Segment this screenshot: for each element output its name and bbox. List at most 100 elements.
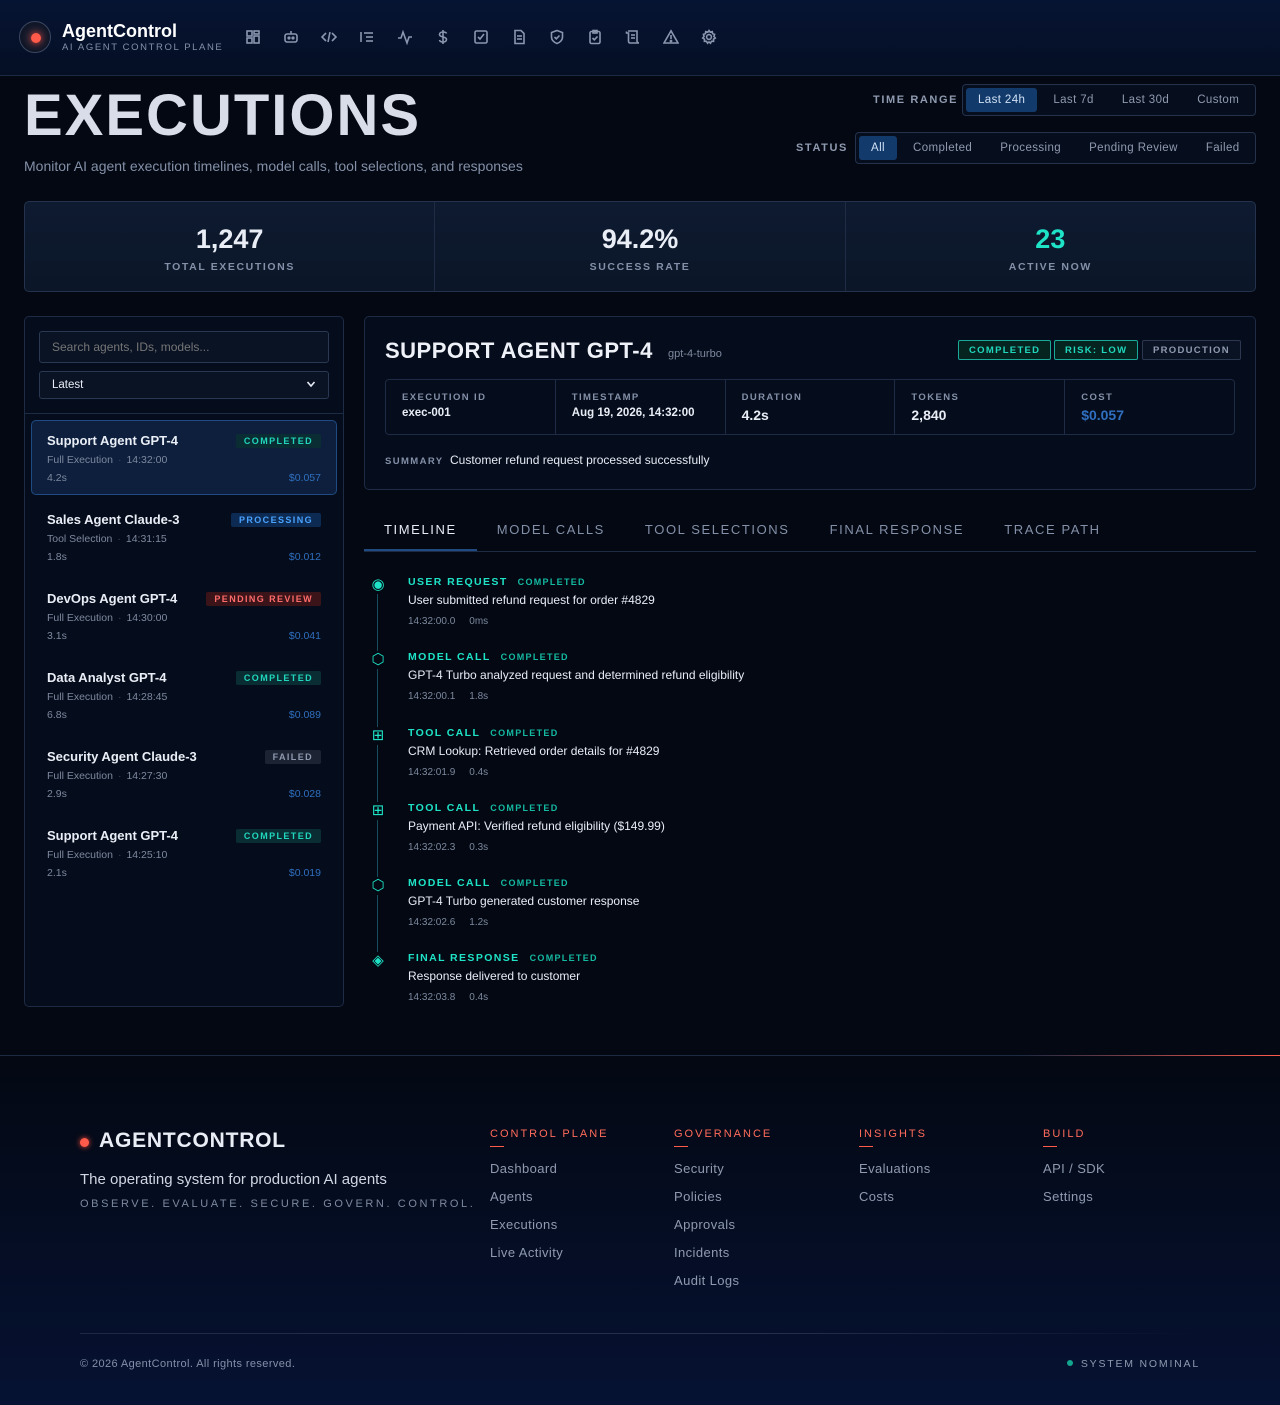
agent-icon[interactable] — [281, 26, 301, 48]
status-badge: COMPLETED — [235, 671, 321, 685]
stat-total-executions: 1,247 TOTAL EXECUTIONS — [25, 202, 436, 291]
gear-icon[interactable] — [699, 26, 719, 48]
meta-label: EXECUTION ID — [402, 392, 487, 403]
execution-type: Full Execution — [47, 849, 113, 861]
footer-link-policies[interactable]: Policies — [674, 1189, 772, 1217]
dollar-icon[interactable] — [433, 26, 453, 48]
execution-list-item[interactable]: Support Agent GPT-4 COMPLETED Full Execu… — [31, 815, 337, 890]
time-range-option-30d[interactable]: Last 30d — [1110, 88, 1181, 112]
tab-final-response[interactable]: FINAL RESPONSE — [810, 508, 985, 551]
stat-value: 1,247 — [195, 224, 264, 254]
footer-link-audit-logs[interactable]: Audit Logs — [674, 1273, 772, 1301]
step-timing: 14:32:00.1 1.8s — [408, 691, 502, 702]
execution-list-item[interactable]: Security Agent Claude-3 FAILED Full Exec… — [31, 736, 337, 811]
stat-value: 23 — [1035, 224, 1066, 254]
step-status: COMPLETED — [529, 953, 598, 963]
footer-link-incidents[interactable]: Incidents — [674, 1245, 772, 1273]
nav-icon-bar — [243, 26, 719, 48]
scroll-icon[interactable] — [623, 26, 643, 48]
footer-link-live-activity[interactable]: Live Activity — [490, 1245, 609, 1273]
step-type-label: TOOL CALL — [408, 802, 481, 814]
tab-tool-selections[interactable]: TOOL SELECTIONS — [625, 508, 810, 551]
list-divider — [25, 413, 343, 414]
status-option-all[interactable]: All — [859, 136, 897, 160]
execution-time: 14:27:30 — [126, 770, 168, 782]
sort-select[interactable]: Latest — [39, 371, 329, 399]
warning-icon[interactable] — [661, 26, 681, 48]
grid-icon: ⊞ — [369, 802, 387, 820]
checkbox-icon[interactable] — [471, 26, 491, 48]
step-status: COMPLETED — [517, 577, 586, 587]
step-duration: 0ms — [469, 616, 489, 627]
step-description: User submitted refund request for order … — [408, 593, 655, 607]
step-timing: 14:32:00.0 0ms — [408, 616, 502, 627]
step-timestamp: 14:32:02.3 — [408, 842, 456, 853]
status-option-failed[interactable]: Failed — [1194, 136, 1252, 160]
step-description: Response delivered to customer — [408, 969, 581, 983]
clipboard-icon[interactable] — [585, 26, 605, 48]
execution-list-item[interactable]: Data Analyst GPT-4 COMPLETED Full Execut… — [31, 657, 337, 732]
dashboard-icon[interactable] — [243, 26, 263, 48]
tab-model-calls[interactable]: MODEL CALLS — [477, 508, 625, 551]
footer-link-costs[interactable]: Costs — [859, 1189, 931, 1217]
status-option-pending-review[interactable]: Pending Review — [1077, 136, 1190, 160]
step-type-label: MODEL CALL — [408, 877, 491, 889]
document-icon[interactable] — [509, 26, 529, 48]
timeline-step-type: TOOL CALL COMPLETED — [408, 802, 559, 814]
execution-list-item[interactable]: DevOps Agent GPT-4 PENDING REVIEW Full E… — [31, 578, 337, 653]
footer-link-dashboard[interactable]: Dashboard — [490, 1161, 609, 1189]
step-type-label: USER REQUEST — [408, 576, 508, 588]
diamond-icon: ◈ — [369, 952, 387, 970]
timeline-step: ⊞ TOOL CALL COMPLETED Payment API: Verifi… — [364, 796, 1164, 866]
footer-link-api-sdk[interactable]: API / SDK — [1043, 1161, 1105, 1189]
meta-cost: COST $0.057 — [1065, 380, 1234, 434]
app-title[interactable]: AgentControl — [62, 21, 177, 42]
execution-meta: Full Execution · 14:27:30 — [47, 770, 168, 782]
execution-type: Full Execution — [47, 454, 113, 466]
detail-tabs: TIMELINE MODEL CALLS TOOL SELECTIONS FIN… — [364, 508, 1256, 552]
tab-timeline[interactable]: TIMELINE — [364, 508, 477, 551]
execution-duration: 4.2s — [47, 472, 67, 484]
meta-tokens: TOKENS 2,840 — [895, 380, 1066, 434]
execution-duration: 3.1s — [47, 630, 67, 642]
status-filter-selector: All Completed Processing Pending Review … — [855, 132, 1256, 164]
execution-footer: 6.8s $0.089 — [47, 709, 321, 721]
execution-time: 14:32:00 — [126, 454, 168, 466]
execution-list-item[interactable]: Sales Agent Claude-3 PROCESSING Tool Sel… — [31, 499, 337, 574]
list-icon[interactable] — [357, 26, 377, 48]
execution-meta: Full Execution · 14:32:00 — [47, 454, 168, 466]
timeline-step: ⬡ MODEL CALL COMPLETED GPT-4 Turbo analyz… — [364, 645, 1164, 715]
status-filter-label: STATUS — [796, 142, 848, 154]
stat-active-now: 23 ACTIVE NOW — [846, 202, 1255, 291]
activity-icon[interactable] — [395, 26, 415, 48]
time-range-option-24h[interactable]: Last 24h — [966, 88, 1038, 112]
execution-cost: $0.019 — [288, 867, 321, 879]
tab-trace-path[interactable]: TRACE PATH — [984, 508, 1120, 551]
page-subtitle: Monitor AI agent execution timelines, mo… — [24, 158, 523, 174]
step-timestamp: 14:32:03.8 — [408, 992, 456, 1003]
search-input[interactable] — [39, 331, 329, 363]
footer-link-executions[interactable]: Executions — [490, 1217, 609, 1245]
time-range-option-7d[interactable]: Last 7d — [1041, 88, 1106, 112]
shield-icon[interactable] — [547, 26, 567, 48]
logo-icon[interactable] — [19, 21, 51, 53]
meta-value: exec-001 — [402, 407, 451, 419]
footer-link-evaluations[interactable]: Evaluations — [859, 1161, 931, 1189]
footer-link-approvals[interactable]: Approvals — [674, 1217, 772, 1245]
time-range-option-custom[interactable]: Custom — [1185, 88, 1251, 112]
execution-list-item[interactable]: Support Agent GPT-4 COMPLETED Full Execu… — [31, 420, 337, 495]
status-option-processing[interactable]: Processing — [988, 136, 1073, 160]
detail-model: gpt-4-turbo — [668, 348, 722, 360]
grid-icon: ⊞ — [369, 727, 387, 745]
footer-accent-line — [1020, 1055, 1280, 1056]
step-timing: 14:32:02.3 0.3s — [408, 842, 502, 853]
stats-summary: 1,247 TOTAL EXECUTIONS 94.2% SUCCESS RAT… — [24, 201, 1256, 292]
footer-brand[interactable]: AGENTCONTROL — [99, 1129, 286, 1153]
footer-link-agents[interactable]: Agents — [490, 1189, 609, 1217]
footer-link-security[interactable]: Security — [674, 1161, 772, 1189]
meta-value: 4.2s — [741, 407, 769, 423]
hexagon-icon: ⬡ — [369, 651, 387, 669]
code-icon[interactable] — [319, 26, 339, 48]
footer-link-settings[interactable]: Settings — [1043, 1189, 1105, 1217]
status-option-completed[interactable]: Completed — [901, 136, 984, 160]
